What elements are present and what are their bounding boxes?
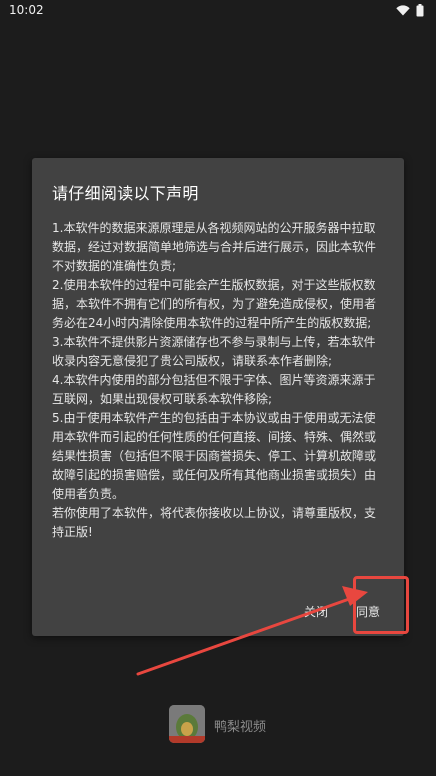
close-button[interactable]: 关闭 [298, 600, 334, 624]
app-logo [169, 705, 205, 743]
status-time: 10:02 [9, 3, 44, 17]
app-name: 鸭梨视频 [214, 720, 267, 735]
screen: 10:02 鸭梨视频 请仔细阅读以下声明 1.本软件的数据来源原理是从各视频网站… [0, 0, 436, 776]
status-bar: 10:02 [0, 0, 436, 22]
dialog-title: 请仔细阅读以下声明 [52, 184, 199, 203]
dialog-body: 1.本软件的数据来源原理是从各视频网站的公开服务器中拉取数据，经过对数据简单地筛… [52, 221, 377, 539]
status-icons [396, 4, 424, 17]
agree-button[interactable]: 同意 [350, 600, 386, 624]
battery-icon [416, 4, 424, 17]
wifi-icon [396, 5, 410, 16]
dialog-actions: 关闭 同意 [32, 588, 404, 636]
disclaimer-dialog: 请仔细阅读以下声明 1.本软件的数据来源原理是从各视频网站的公开服务器中拉取数据… [32, 158, 404, 636]
